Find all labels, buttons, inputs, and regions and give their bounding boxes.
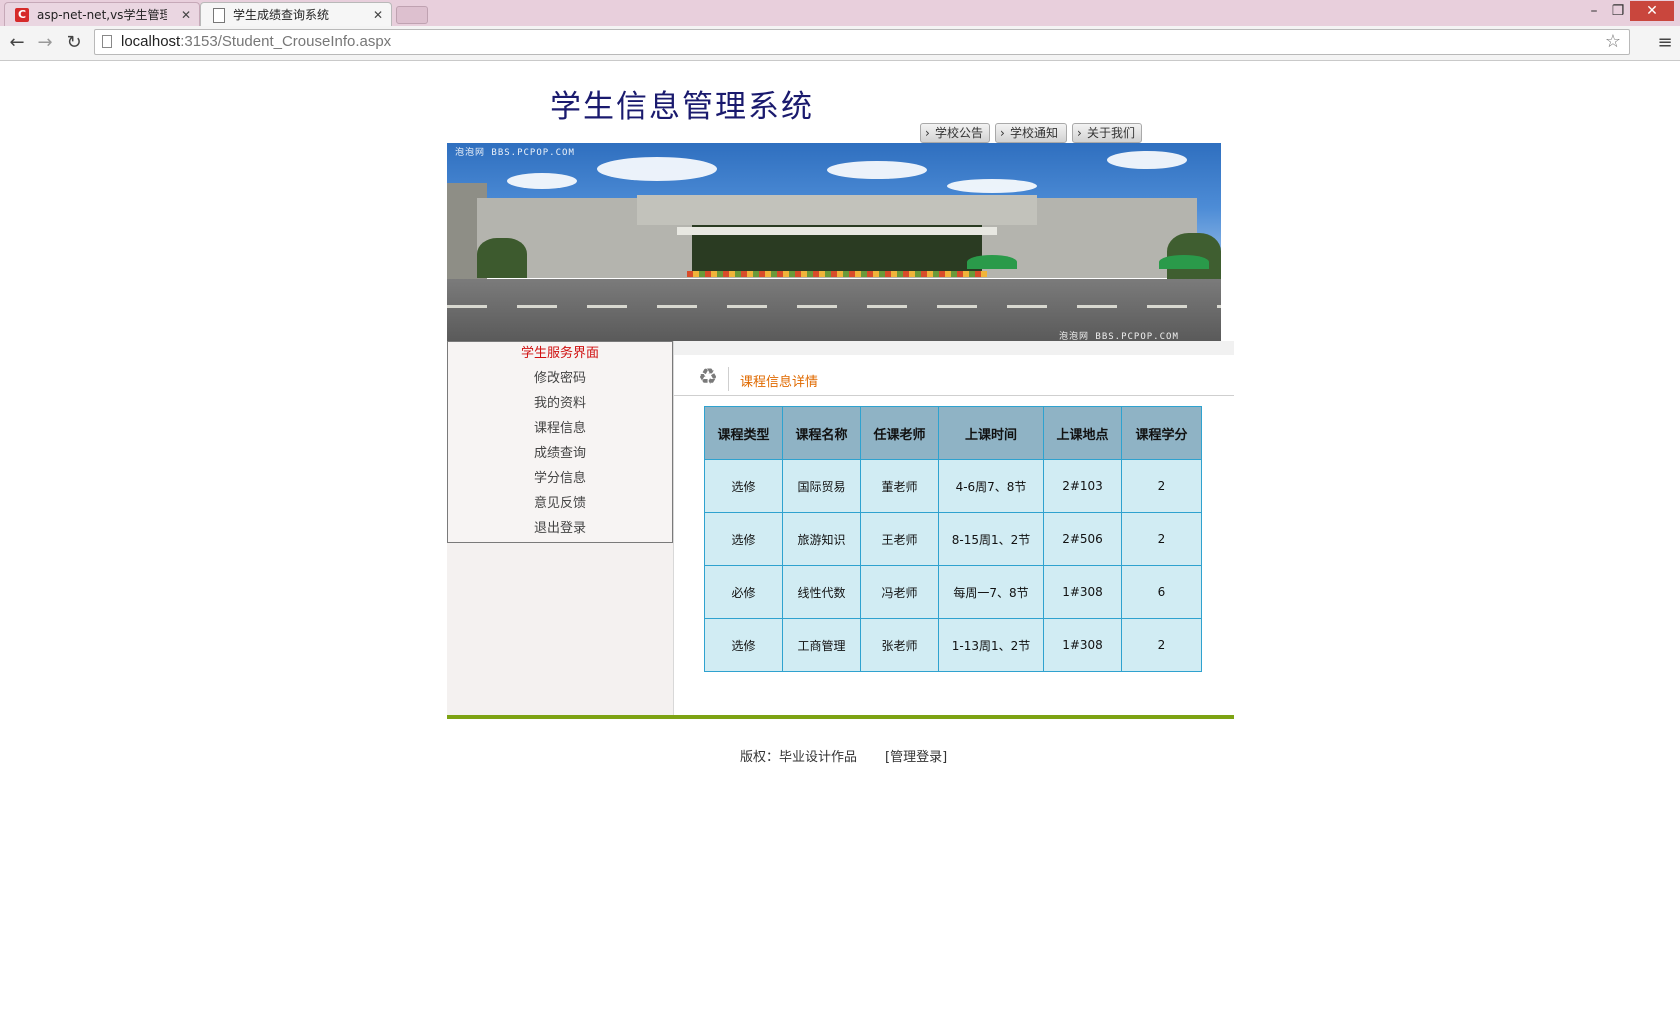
table-row: 选修 旅游知识 王老师 8-15周1、2节 2#506 2: [704, 512, 1202, 566]
site-title: 学生信息管理系统: [550, 89, 814, 125]
browser-toolbar: ← → ↻ localhost:3153/Student_CrouseInfo.…: [0, 26, 1680, 61]
menu-item-course-info[interactable]: 课程信息: [448, 420, 672, 438]
browser-tab-inactive[interactable]: C asp-net-net,vs学生管理系 ✕: [4, 2, 200, 26]
table-cell: 2: [1121, 459, 1202, 513]
minimize-icon[interactable]: –: [1582, 1, 1606, 21]
table-cell: 线性代数: [782, 565, 861, 619]
table-cell: 2: [1121, 618, 1202, 672]
copyright-text: 版权：毕业设计作品: [740, 750, 858, 765]
section-header: ♻ 课程信息详情: [674, 363, 1234, 396]
forward-arrow-icon[interactable]: →: [34, 32, 56, 54]
table-cell: 选修: [704, 459, 783, 513]
reload-icon[interactable]: ↻: [63, 32, 85, 54]
student-service-menu: 学生服务界面 修改密码 我的资料 课程信息 成绩查询 学分信息 意见反馈 退出登…: [447, 341, 673, 543]
back-arrow-icon[interactable]: ←: [6, 32, 28, 54]
url-text[interactable]: localhost:3153/Student_CrouseInfo.aspx: [121, 30, 391, 54]
nav-school-notice[interactable]: 学校公告: [920, 123, 990, 143]
table-cell: 2: [1121, 512, 1202, 566]
table-cell: 6: [1121, 565, 1202, 619]
table-cell: 8-15周1、2节: [938, 512, 1044, 566]
table-cell: 旅游知识: [782, 512, 861, 566]
menu-item-credit-info[interactable]: 学分信息: [448, 470, 672, 488]
column-header: 上课时间: [938, 406, 1044, 460]
table-cell: 必修: [704, 565, 783, 619]
campus-gate-banner: 泡泡网 BBS.PCPOP.COM 泡泡网 BBS.PCPOP.COM: [447, 143, 1221, 341]
course-table: 课程类型 课程名称 任课老师 上课时间 上课地点 课程学分 选修 国际贸易 董老…: [704, 406, 1202, 672]
banner-watermark: 泡泡网 BBS.PCPOP.COM: [455, 148, 575, 158]
table-cell: 张老师: [860, 618, 939, 672]
table-cell: 2#506: [1043, 512, 1122, 566]
new-tab-button[interactable]: [396, 6, 428, 24]
page-icon: [213, 8, 225, 23]
restore-icon[interactable]: ❐: [1606, 1, 1630, 21]
table-cell: 每周一7、8节: [938, 565, 1044, 619]
address-bar[interactable]: localhost:3153/Student_CrouseInfo.aspx ☆: [94, 29, 1630, 55]
table-cell: 国际贸易: [782, 459, 861, 513]
content-top-bar: [674, 341, 1234, 355]
menu-item-feedback[interactable]: 意见反馈: [448, 495, 672, 513]
table-cell: 董老师: [860, 459, 939, 513]
browser-tab-strip: C asp-net-net,vs学生管理系 ✕ 学生成绩查询系统 ✕ – ❐ ✕: [0, 0, 1680, 26]
footer-divider: [447, 715, 1234, 719]
table-cell: 1#308: [1043, 565, 1122, 619]
column-header: 任课老师: [860, 406, 939, 460]
table-header-row: 课程类型 课程名称 任课老师 上课时间 上课地点 课程学分: [704, 406, 1202, 460]
close-icon[interactable]: ✕: [373, 3, 383, 26]
table-row: 选修 国际贸易 董老师 4-6周7、8节 2#103 2: [704, 459, 1202, 513]
browser-tab-active[interactable]: 学生成绩查询系统 ✕: [200, 2, 392, 26]
divider: [728, 367, 729, 391]
table-cell: 王老师: [860, 512, 939, 566]
menu-item-my-profile[interactable]: 我的资料: [448, 395, 672, 413]
url-path: :3153/Student_CrouseInfo.aspx: [180, 33, 392, 50]
table-cell: 2#103: [1043, 459, 1122, 513]
page-icon: [102, 35, 112, 48]
sidebar: 学生服务界面 修改密码 我的资料 课程信息 成绩查询 学分信息 意见反馈 退出登…: [447, 341, 674, 715]
tab-title: asp-net-net,vs学生管理系: [37, 8, 167, 22]
banner-watermark: 泡泡网 BBS.PCPOP.COM: [1059, 332, 1179, 341]
recycle-icon: ♻: [698, 365, 718, 390]
tab-favicon-icon: C: [15, 8, 29, 22]
column-header: 课程名称: [782, 406, 861, 460]
column-header: 课程学分: [1121, 406, 1202, 460]
table-cell: 1#308: [1043, 618, 1122, 672]
menu-item-change-password[interactable]: 修改密码: [448, 370, 672, 388]
section-title: 课程信息详情: [740, 375, 819, 390]
menu-heading: 学生服务界面: [520, 346, 599, 361]
table-cell: 选修: [704, 618, 783, 672]
url-host: localhost: [121, 33, 181, 50]
admin-login-link[interactable]: [管理登录]: [885, 750, 947, 765]
menu-icon[interactable]: ≡: [1654, 32, 1676, 54]
table-cell: 1-13周1、2节: [938, 618, 1044, 672]
window-close-icon[interactable]: ✕: [1630, 1, 1674, 21]
page-viewport: 学生信息管理系统 学校公告 学校通知 关于我们 泡泡网 BBS.PCPOP.CO…: [0, 61, 1680, 1010]
table-cell: 4-6周7、8节: [938, 459, 1044, 513]
nav-school-inform[interactable]: 学校通知: [995, 123, 1067, 143]
table-row: 必修 线性代数 冯老师 每周一7、8节 1#308 6: [704, 565, 1202, 619]
column-header: 上课地点: [1043, 406, 1122, 460]
footer: 版权：毕业设计作品 [管理登录]: [740, 746, 947, 765]
tab-title: 学生成绩查询系统: [233, 8, 330, 22]
close-icon[interactable]: ✕: [181, 3, 191, 26]
main-content: ♻ 课程信息详情 课程类型 课程名称 任课老师 上课时间 上课地点 课程学分 选…: [674, 341, 1234, 715]
table-cell: 选修: [704, 512, 783, 566]
menu-item-logout[interactable]: 退出登录: [448, 520, 672, 538]
table-cell: 冯老师: [860, 565, 939, 619]
menu-item-grade-query[interactable]: 成绩查询: [448, 445, 672, 463]
nav-about-us[interactable]: 关于我们: [1072, 123, 1142, 143]
table-row: 选修 工商管理 张老师 1-13周1、2节 1#308 2: [704, 618, 1202, 672]
star-icon[interactable]: ☆: [1605, 31, 1621, 53]
column-header: 课程类型: [704, 406, 783, 460]
table-cell: 工商管理: [782, 618, 861, 672]
